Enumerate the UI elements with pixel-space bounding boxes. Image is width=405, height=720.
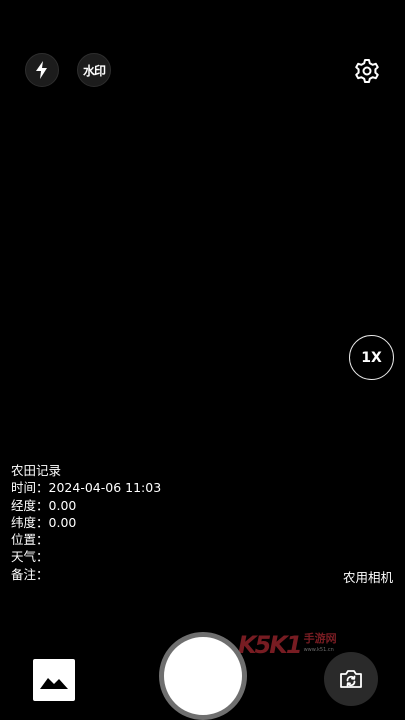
logo-url: www.k51.cn (303, 647, 334, 653)
location-row: 位置： (11, 532, 49, 548)
watermark-button[interactable]: 水印 (77, 53, 111, 87)
flash-button[interactable] (25, 53, 59, 87)
latitude-value: 0.00 (48, 514, 77, 530)
gear-icon (355, 59, 379, 83)
longitude-value: 0.00 (48, 497, 77, 513)
weather-row: 天气： (11, 549, 49, 565)
latitude-row: 纬度：0.00 (11, 514, 77, 530)
image-icon (40, 678, 68, 689)
site-watermark-logo: K5K1 手游网 www.k51.cn (238, 632, 337, 660)
gallery-button[interactable] (33, 659, 75, 701)
watermark-label: 水印 (82, 63, 106, 78)
settings-button[interactable] (351, 55, 383, 87)
lightning-bolt-icon (36, 61, 47, 79)
logo-cn: 手游网 (303, 632, 337, 645)
zoom-button[interactable]: 1X (349, 335, 394, 380)
watermark-title: 农田记录 (11, 463, 62, 478)
switch-camera-button[interactable] (324, 652, 378, 706)
camera-rotate-icon (340, 670, 362, 688)
time-row: 时间：2024-04-06 11:03 (11, 480, 162, 496)
note-row: 备注： (11, 566, 49, 582)
app-name-tag: 农用相机 (342, 570, 393, 585)
shutter-button[interactable] (159, 632, 247, 720)
logo-k5k1: K5K1 (238, 631, 303, 659)
watermark-info: 农田记录 时间：2024-04-06 11:03 经度：0.00 纬度：0.00… (11, 462, 161, 583)
zoom-level-label: 1X (361, 349, 382, 366)
longitude-row: 经度：0.00 (11, 497, 77, 513)
time-value: 2024-04-06 11:03 (48, 480, 162, 496)
